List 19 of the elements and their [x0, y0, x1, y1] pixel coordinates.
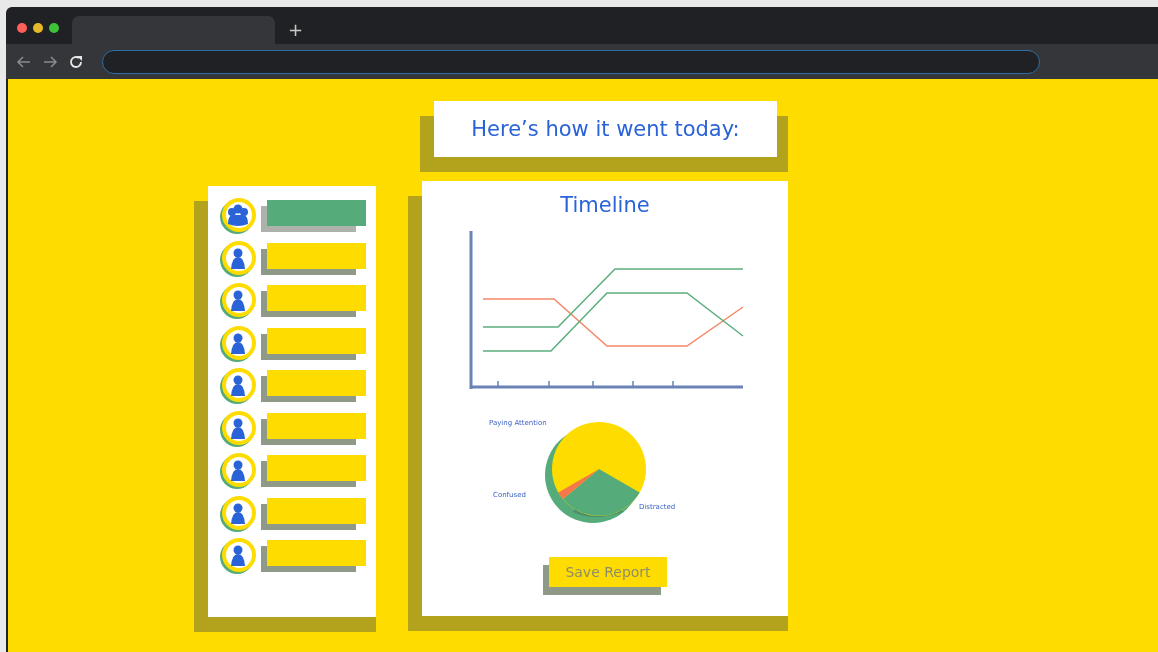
reload-icon[interactable]: [68, 53, 84, 70]
person-avatar-icon[interactable]: [219, 239, 257, 278]
person-avatar-icon[interactable]: [219, 494, 257, 533]
close-icon[interactable]: [17, 23, 27, 33]
person-avatar-icon[interactable]: [219, 452, 257, 491]
forward-arrow-icon[interactable]: [42, 53, 58, 70]
person-avatar-icon[interactable]: [219, 409, 257, 448]
new-tab-button[interactable]: +: [288, 19, 304, 41]
person-avatar-icon[interactable]: [219, 324, 257, 363]
person-avatar-icon[interactable]: [219, 282, 257, 321]
heading: Here’s how it went today:: [471, 117, 740, 141]
back-arrow-icon[interactable]: [16, 53, 32, 70]
chart-title: Timeline: [560, 193, 650, 217]
minimize-icon[interactable]: [33, 23, 43, 33]
person-avatar-icon[interactable]: [219, 537, 257, 576]
group-avatar-icon[interactable]: [219, 197, 257, 236]
person-avatar-icon[interactable]: [219, 367, 257, 406]
maximize-icon[interactable]: [49, 23, 59, 33]
address-field[interactable]: [102, 49, 1040, 74]
